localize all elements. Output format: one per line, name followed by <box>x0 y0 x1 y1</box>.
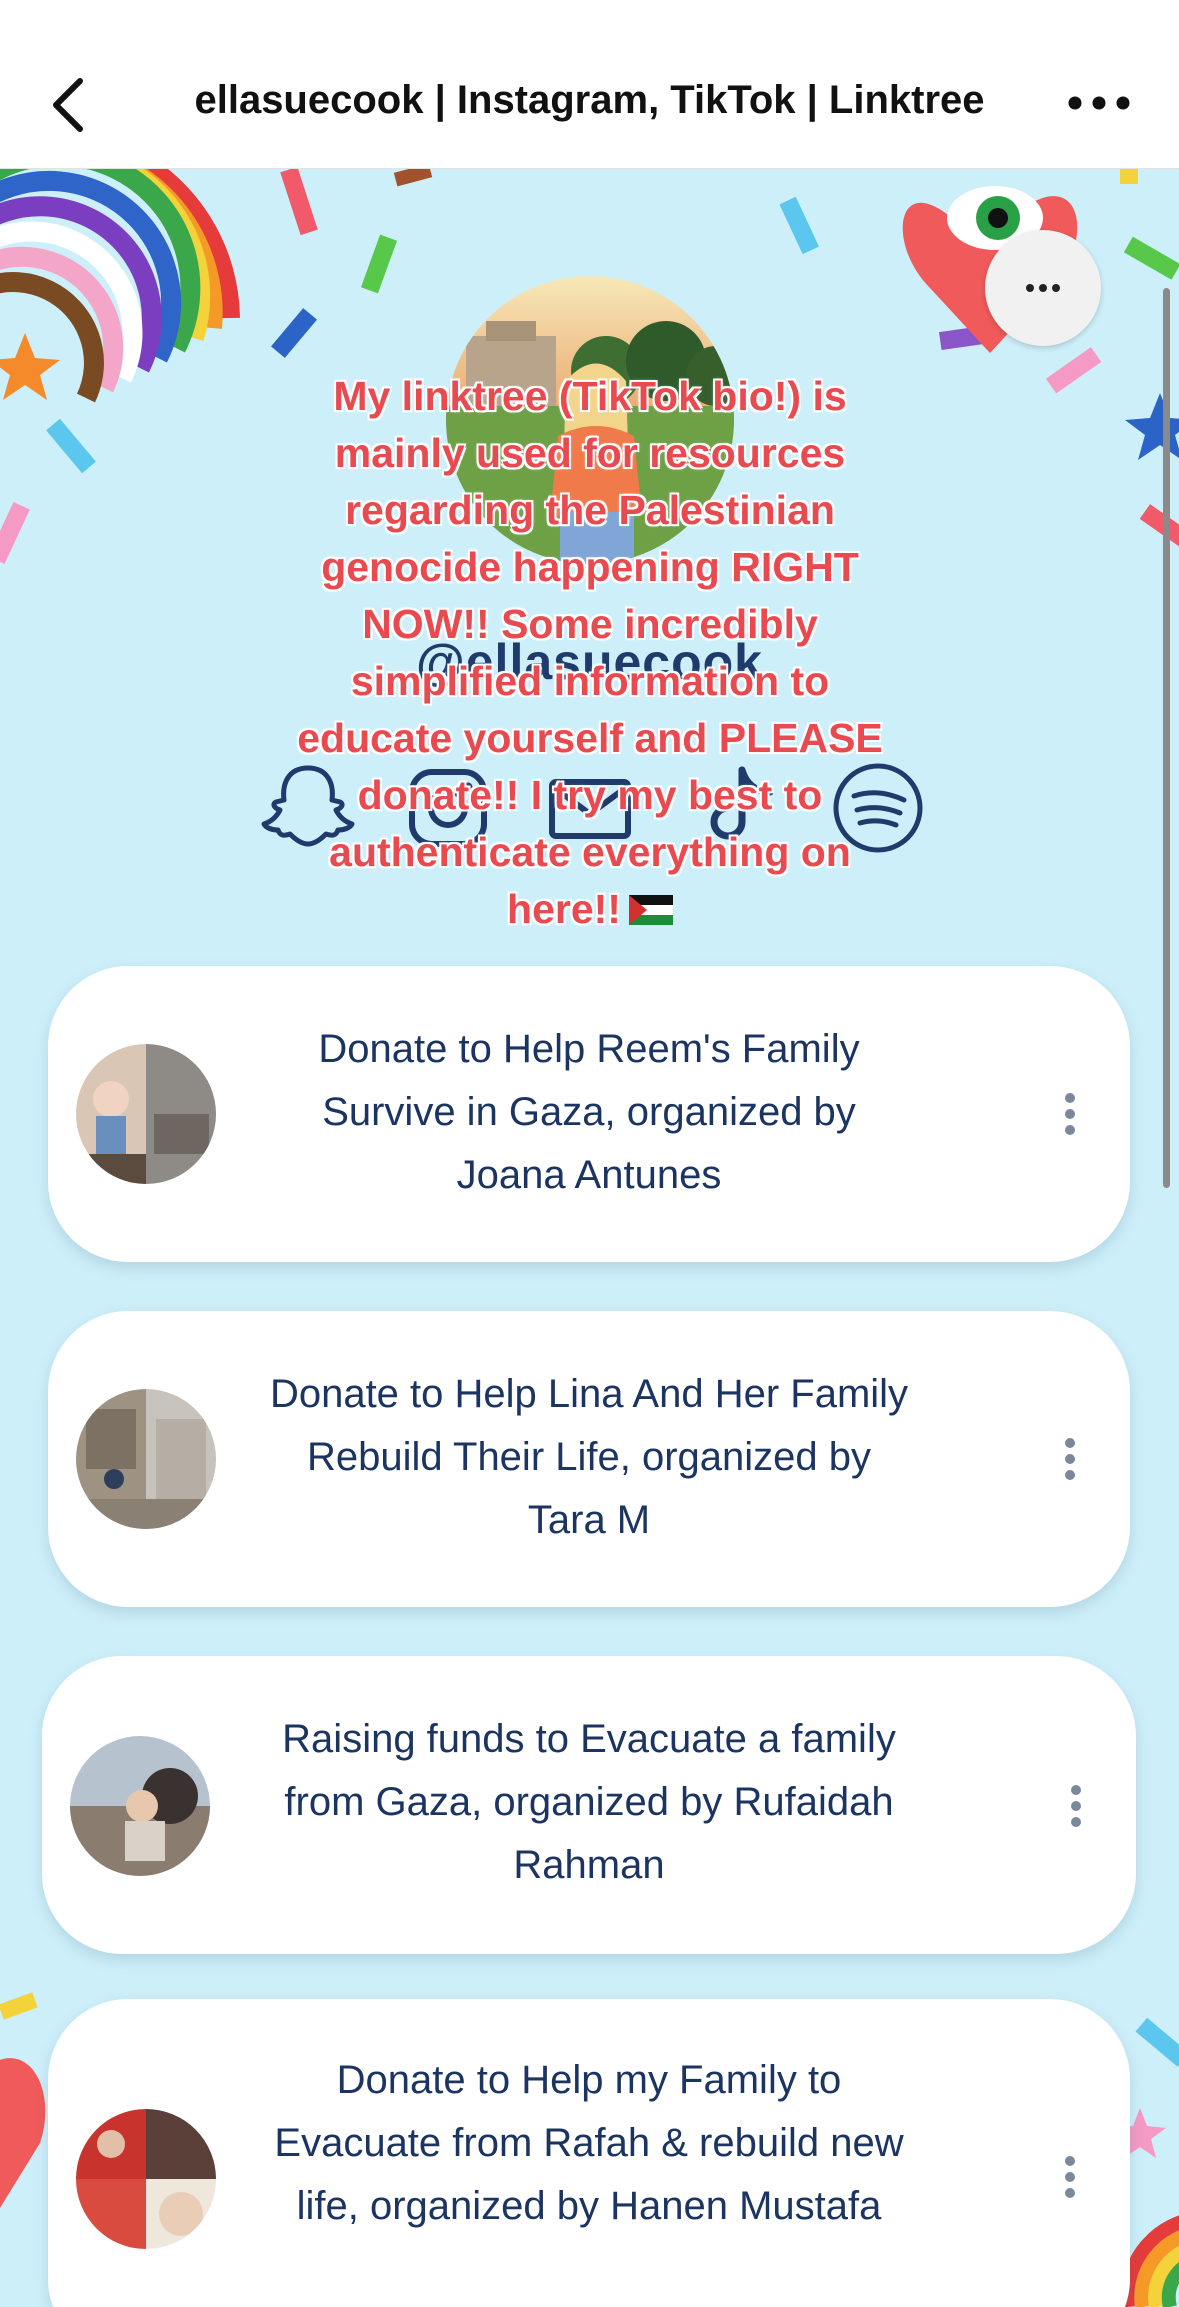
link-label: Donate to Help Lina And Her Family Rebui… <box>269 1372 909 1542</box>
more-options-button[interactable] <box>1059 78 1139 128</box>
link-label: Donate to Help Reem's Family Survive in … <box>318 1027 860 1197</box>
palestine-flag-icon <box>628 895 673 925</box>
chevron-left-icon <box>53 78 83 132</box>
ellipsis-icon <box>1026 284 1060 292</box>
link-thumbnail <box>76 1044 216 1184</box>
linktree-page: @ellasuecook My linktree (TikTok bio!) i… <box>0 168 1179 2307</box>
link-card[interactable]: Raising funds to Evacuate a family from … <box>42 1656 1136 1954</box>
scrollbar[interactable] <box>1163 288 1170 1188</box>
link-label: Raising funds to Evacuate a family from … <box>282 1717 896 1887</box>
linktree-menu-button[interactable] <box>985 230 1101 346</box>
link-label: Donate to Help my Family to Evacuate fro… <box>274 2058 904 2228</box>
kebab-menu-icon[interactable] <box>1050 1084 1090 1144</box>
bio-text: My linktree (TikTok bio!) is mainly used… <box>297 373 883 932</box>
link-card[interactable]: Donate to Help Reem's Family Survive in … <box>48 966 1130 1262</box>
page-title: ellasuecook | Instagram, TikTok | Linktr… <box>194 78 985 122</box>
kebab-menu-icon[interactable] <box>1050 1429 1090 1489</box>
kebab-menu-icon[interactable] <box>1056 1776 1096 1836</box>
link-thumbnail <box>70 1736 210 1876</box>
link-card[interactable]: Donate to Help my Family to Evacuate fro… <box>48 1999 1130 2307</box>
ellipsis-icon <box>1068 96 1130 110</box>
link-thumbnail <box>76 2109 216 2249</box>
link-thumbnail <box>76 1389 216 1529</box>
browser-header: ellasuecook | Instagram, TikTok | Linktr… <box>0 0 1179 169</box>
profile-bio: My linktree (TikTok bio!) is mainly used… <box>290 368 890 938</box>
back-button[interactable] <box>40 70 96 140</box>
link-card[interactable]: Donate to Help Lina And Her Family Rebui… <box>48 1311 1130 1607</box>
kebab-menu-icon[interactable] <box>1050 2147 1090 2207</box>
